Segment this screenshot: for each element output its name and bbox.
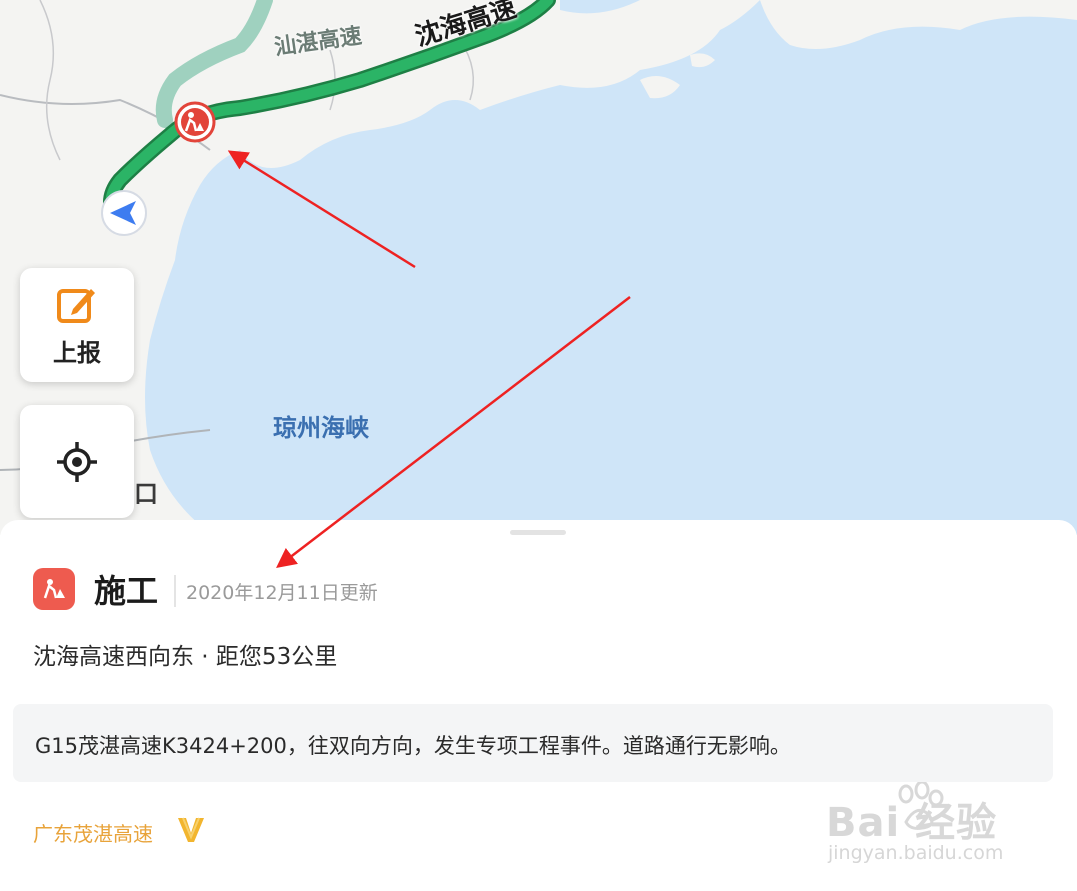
event-title: 施工: [94, 572, 159, 610]
map-canvas: [0, 0, 1077, 535]
event-type-icon: [33, 568, 75, 610]
watermark-url: jingyan.baidu.com: [828, 842, 1004, 864]
verified-v-icon: [178, 817, 204, 842]
current-location-marker: [100, 189, 148, 237]
drag-handle[interactable]: [510, 530, 566, 535]
event-description-box: G15茂湛高速K3424+200，往双向方向，发生专项工程事件。道路通行无影响。: [13, 704, 1053, 782]
water-label: 琼州海峡: [273, 414, 369, 442]
place-label-partial: 口: [134, 480, 158, 508]
locate-icon: [57, 441, 97, 482]
map-view[interactable]: 汕湛高速 沈海高速 琼州海峡 口 上报: [0, 0, 1077, 535]
navigation-arrow-icon: [101, 190, 147, 236]
construction-marker[interactable]: [174, 101, 216, 143]
divider: [174, 575, 176, 607]
source-name[interactable]: 广东茂湛高速: [33, 818, 153, 847]
watermark-logo: Bai 经验: [826, 800, 998, 846]
construction-worker-icon: [43, 579, 65, 599]
update-timestamp: 2020年12月11日更新: [186, 582, 378, 604]
route-distance-info: 沈海高速西向东 · 距您53公里: [33, 644, 338, 670]
locate-button[interactable]: [20, 405, 134, 518]
report-button[interactable]: 上报: [20, 268, 134, 382]
edit-report-icon: [57, 288, 95, 323]
event-description: G15茂湛高速K3424+200，往双向方向，发生专项工程事件。道路通行无影响。: [35, 734, 791, 758]
event-detail-panel[interactable]: 施工 2020年12月11日更新 沈海高速西向东 · 距您53公里 G15茂湛高…: [0, 520, 1077, 891]
construction-worker-icon: [174, 101, 216, 143]
report-button-label: 上报: [53, 338, 101, 367]
